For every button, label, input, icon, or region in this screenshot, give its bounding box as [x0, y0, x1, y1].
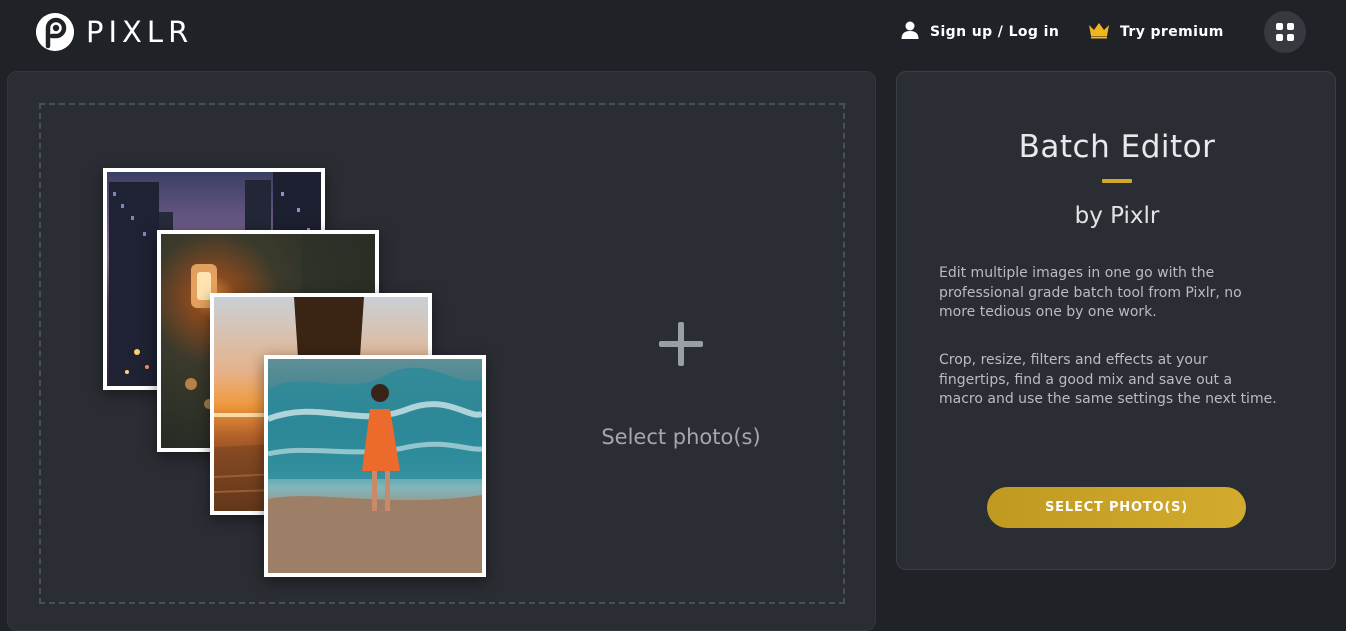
batch-editor-info-panel: Batch Editor by Pixlr Edit multiple imag… — [896, 71, 1336, 570]
user-icon — [900, 20, 920, 44]
pixlr-logo-icon — [36, 13, 74, 51]
title-underline — [1102, 179, 1132, 183]
upload-panel: Select photo(s) — [7, 71, 876, 631]
apps-menu-button[interactable] — [1264, 11, 1306, 53]
signup-login-label: Sign up / Log in — [930, 24, 1060, 40]
select-photos-label[interactable]: Select photo(s) — [561, 425, 801, 449]
try-premium-link[interactable]: Try premium — [1088, 20, 1224, 44]
description-paragraph-1: Edit multiple images in one go with the … — [939, 265, 1242, 320]
top-bar: PIXLR Sign up / Log in Try premium — [0, 0, 1346, 64]
photo-dropzone[interactable]: Select photo(s) — [39, 103, 845, 604]
page-subtitle: by Pixlr — [1074, 203, 1160, 229]
try-premium-label: Try premium — [1120, 24, 1224, 40]
pixlr-logo[interactable]: PIXLR — [36, 12, 193, 52]
signup-login-link[interactable]: Sign up / Log in — [900, 20, 1059, 44]
sample-photo-beach — [264, 355, 486, 577]
logo-wordmark: PIXLR — [86, 15, 194, 49]
plus-icon[interactable] — [659, 322, 703, 366]
select-photos-button[interactable]: SELECT PHOTO(S) — [987, 487, 1246, 528]
crown-icon — [1088, 21, 1110, 43]
apps-grid-icon — [1276, 23, 1294, 41]
page-title: Batch Editor — [1018, 129, 1216, 165]
description-paragraph-2: Crop, resize, filters and effects at you… — [939, 352, 1277, 407]
